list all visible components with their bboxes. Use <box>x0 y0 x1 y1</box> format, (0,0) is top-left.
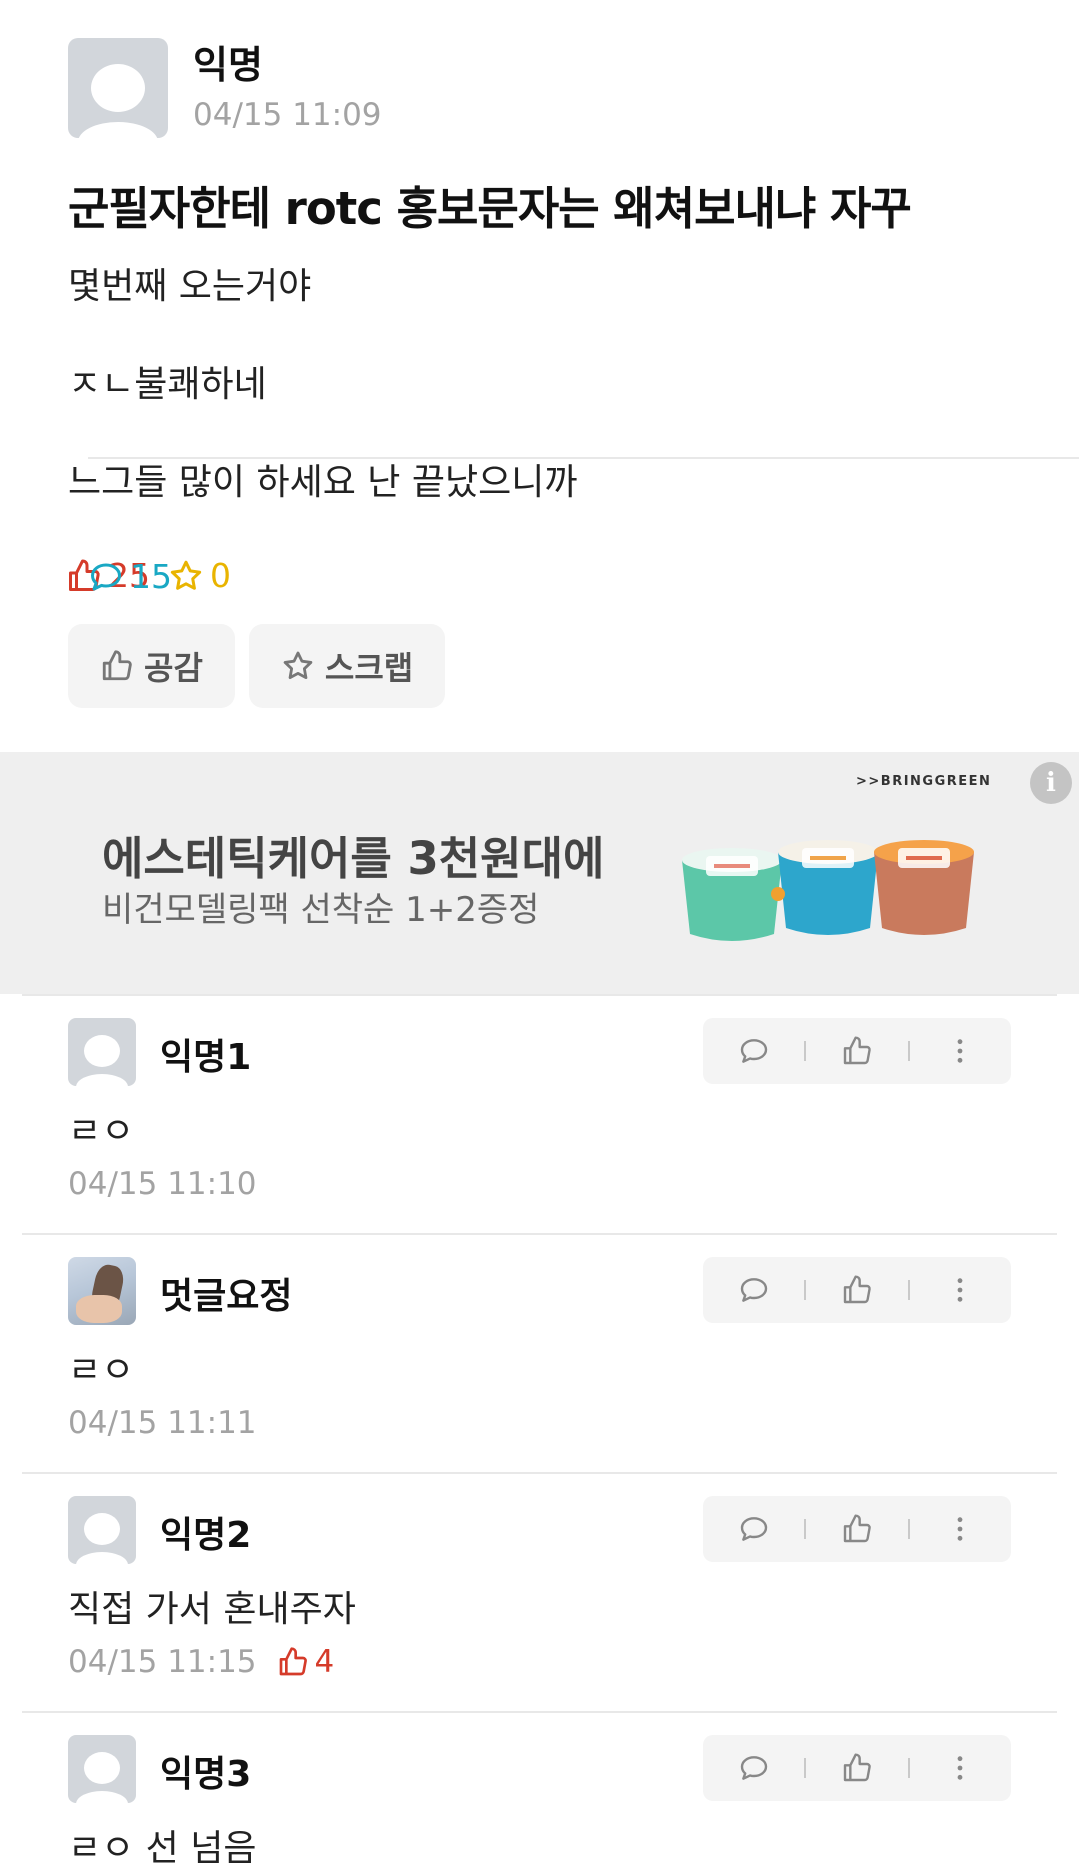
post-header: 익명 04/15 11:09 <box>68 38 382 138</box>
thumbs-up-icon <box>279 1647 307 1676</box>
like-button[interactable]: 공감 <box>68 624 235 708</box>
more-options-button[interactable] <box>910 1735 1011 1801</box>
avatar-photo-hand <box>76 1295 122 1323</box>
commenter-name: 익명1 <box>160 1037 252 1078</box>
comment-like-button[interactable] <box>806 1735 907 1801</box>
reply-button[interactable] <box>703 1496 804 1562</box>
more-options-button[interactable] <box>910 1257 1011 1323</box>
more-vertical-icon <box>957 1039 963 1063</box>
commenter-avatar[interactable] <box>68 1257 136 1325</box>
ad-info-icon[interactable]: i <box>1030 762 1072 804</box>
commenter-name: 익명3 <box>160 1754 252 1795</box>
comment-like-button[interactable] <box>806 1018 907 1084</box>
avatar-body <box>78 122 158 138</box>
commenter-avatar[interactable] <box>68 1735 136 1803</box>
comment-count-value: 15 <box>130 557 172 596</box>
speech-bubble-icon <box>740 1517 767 1541</box>
ad-banner[interactable]: >>BRINGGREEN i 에스테틱케어를 3천원대에 비건모델링팩 선착순 … <box>0 752 1079 994</box>
comment-item: 익명1 ㄹㅇ 04/15 11:10 <box>22 994 1057 1232</box>
commenter-name: 익명2 <box>160 1515 252 1556</box>
post-meta: 익명 04/15 11:09 <box>193 43 382 133</box>
speech-bubble-icon <box>91 563 121 590</box>
thumbs-up-icon <box>843 1753 871 1782</box>
more-vertical-icon <box>957 1517 963 1541</box>
ad-brand: >>BRINGGREEN <box>856 774 992 789</box>
ad-product-image <box>682 840 974 941</box>
comment-footer: 04/15 11:15 4 <box>68 1644 334 1680</box>
comment-actions <box>703 1735 1011 1801</box>
comment-item: 익명3 ㄹㅇ 선 넘음 <box>22 1711 1057 1865</box>
comment-like-button[interactable] <box>806 1496 907 1562</box>
thumbs-up-icon <box>102 650 132 681</box>
comment-footer: 04/15 11:10 <box>68 1166 257 1202</box>
avatar-body <box>76 1552 128 1564</box>
comment-actions <box>703 1018 1011 1084</box>
comment-like-count: 4 <box>277 1644 335 1680</box>
post-actions: 공감 스크랩 <box>68 624 459 708</box>
speech-bubble-icon <box>740 1039 767 1063</box>
comment-actions <box>703 1496 1011 1562</box>
reply-button[interactable] <box>703 1257 804 1323</box>
comment-time: 04/15 11:15 <box>68 1644 257 1680</box>
avatar-head <box>84 1035 120 1067</box>
avatar-head <box>91 64 145 112</box>
star-icon <box>283 651 313 680</box>
speech-bubble-icon <box>740 1278 767 1302</box>
thumbs-up-icon <box>843 1036 871 1065</box>
post-body-line: 몇번째 오는거야 <box>68 266 312 307</box>
ad-title: 에스테틱케어를 3천원대에 <box>102 832 605 885</box>
comment-like-value: 4 <box>314 1644 335 1680</box>
author-avatar[interactable] <box>68 38 168 138</box>
scrap-button-label: 스크랩 <box>324 649 414 687</box>
speech-bubble-icon <box>740 1756 767 1780</box>
ad-subtitle: 비건모델링팩 선착순 1+2증정 <box>102 890 540 930</box>
avatar-head <box>84 1752 120 1784</box>
like-button-label: 공감 <box>144 649 203 687</box>
post-body-line: ㅈㄴ불쾌하네 <box>68 364 267 405</box>
reply-button[interactable] <box>703 1735 804 1801</box>
thumbs-up-icon <box>843 1275 871 1304</box>
avatar-body <box>76 1074 128 1086</box>
comment-text: ㄹㅇ <box>68 1350 135 1391</box>
avatar-head <box>84 1513 120 1545</box>
comment-time: 04/15 11:10 <box>68 1166 257 1202</box>
more-vertical-icon <box>957 1756 963 1780</box>
commenter-avatar[interactable] <box>68 1018 136 1086</box>
more-vertical-icon <box>957 1278 963 1302</box>
comment-text: ㄹㅇ <box>68 1111 135 1152</box>
post-stats: 25 15 0 <box>66 456 1079 596</box>
more-options-button[interactable] <box>910 1018 1011 1084</box>
post-time: 04/15 11:09 <box>193 97 382 133</box>
comment-actions <box>703 1257 1011 1323</box>
scrap-button[interactable]: 스크랩 <box>248 624 446 708</box>
avatar-body <box>76 1791 128 1803</box>
comment-time: 04/15 11:11 <box>68 1405 257 1441</box>
more-options-button[interactable] <box>910 1496 1011 1562</box>
commenter-name: 멋글요정 <box>160 1276 293 1317</box>
comment-footer: 04/15 11:11 <box>68 1405 257 1441</box>
comment-item: 익명2 직접 가서 혼내주자 04/15 11:15 4 <box>22 1472 1057 1710</box>
reply-button[interactable] <box>703 1018 804 1084</box>
comment-like-button[interactable] <box>806 1257 907 1323</box>
commenter-avatar[interactable] <box>68 1496 136 1564</box>
post-title: 군필자한테 rotc 홍보문자는 왜쳐보내냐 자꾸 <box>68 182 912 235</box>
post-author: 익명 <box>193 43 263 87</box>
comment-item: 멋글요정 ㄹㅇ 04/15 11:11 <box>22 1233 1057 1471</box>
thumbs-up-icon <box>843 1514 871 1543</box>
comment-text: ㄹㅇ 선 넘음 <box>68 1828 257 1865</box>
comment-text: 직접 가서 혼내주자 <box>68 1589 356 1630</box>
